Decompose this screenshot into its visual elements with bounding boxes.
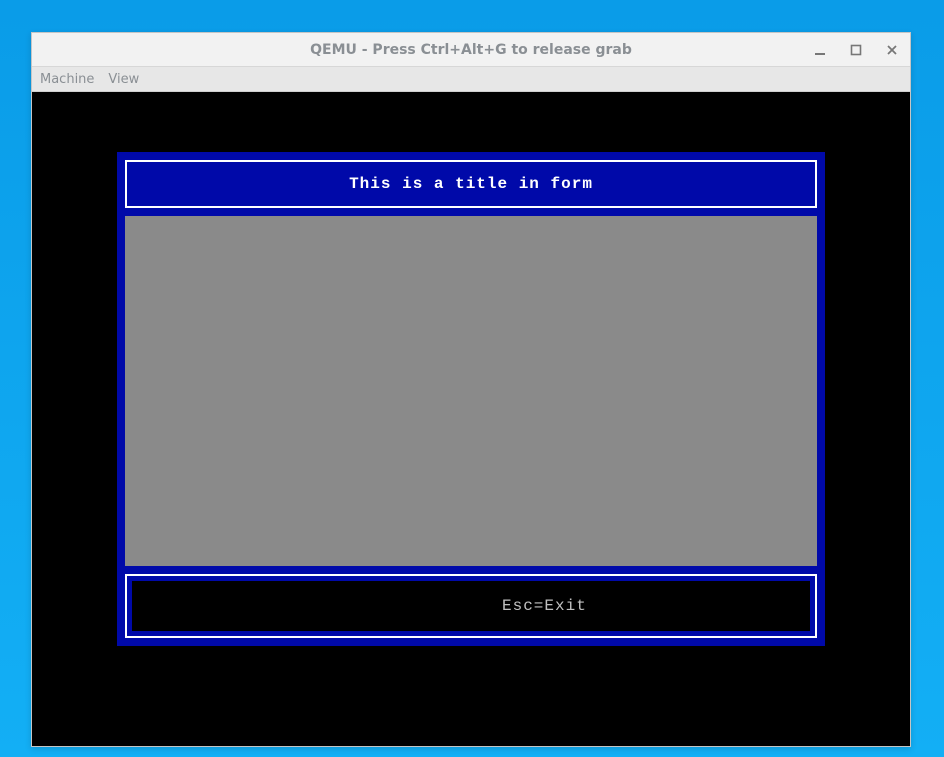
minimize-button[interactable]	[808, 38, 832, 62]
qemu-window: QEMU - Press Ctrl+Alt+G to release grab …	[31, 32, 911, 747]
close-button[interactable]	[880, 38, 904, 62]
form-footer-inner: Esc=Exit	[132, 581, 810, 631]
menu-machine[interactable]: Machine	[40, 72, 94, 87]
titlebar[interactable]: QEMU - Press Ctrl+Alt+G to release grab	[32, 33, 910, 67]
maximize-button[interactable]	[844, 38, 868, 62]
minimize-icon	[814, 44, 826, 56]
close-icon	[886, 44, 898, 56]
window-title: QEMU - Press Ctrl+Alt+G to release grab	[310, 42, 632, 58]
window-controls	[808, 33, 904, 66]
menu-view[interactable]: View	[108, 72, 139, 87]
form-title: This is a title in form	[125, 160, 817, 208]
form-body[interactable]	[125, 216, 817, 566]
maximize-icon	[850, 44, 862, 56]
vm-display-area[interactable]: This is a title in form Esc=Exit	[32, 92, 910, 746]
footer-hint: Esc=Exit	[502, 597, 587, 615]
menubar: Machine View	[32, 67, 910, 92]
form-footer: Esc=Exit	[125, 574, 817, 638]
form-title-text: This is a title in form	[349, 175, 593, 193]
form-frame: This is a title in form Esc=Exit	[117, 152, 825, 646]
